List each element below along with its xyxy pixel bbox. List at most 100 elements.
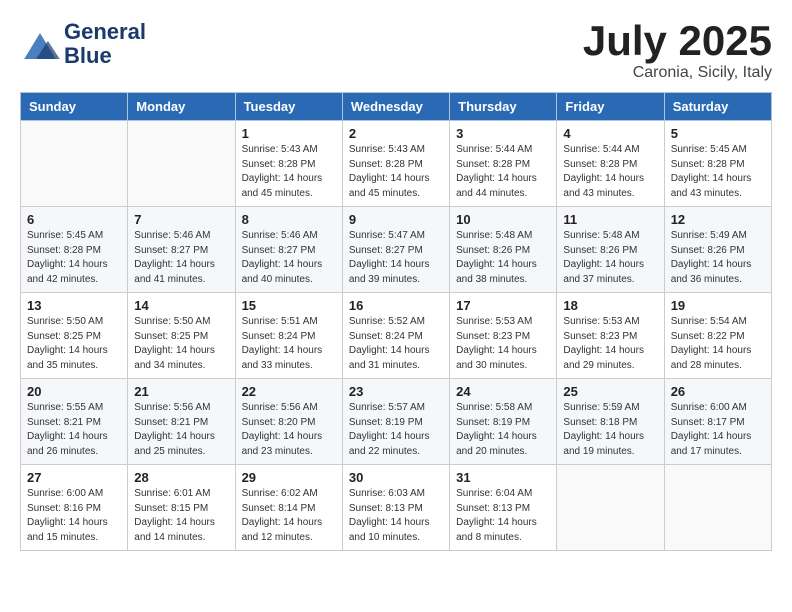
- day-info: Sunrise: 5:50 AM Sunset: 8:25 PM Dayligh…: [27, 315, 121, 373]
- week-row-1: 1Sunrise: 5:43 AM Sunset: 8:28 PM Daylig…: [21, 121, 772, 207]
- day-cell: 1Sunrise: 5:43 AM Sunset: 8:28 PM Daylig…: [235, 121, 342, 207]
- day-cell: 3 Sunrise: 5:44 AM Sunset: 8:28 PM Daylig…: [450, 121, 557, 207]
- day-number: 7: [134, 212, 228, 227]
- day-info: Sunrise: 5:50 AM Sunset: 8:25 PM Dayligh…: [134, 315, 228, 373]
- day-number: 23: [349, 384, 443, 399]
- day-cell: 23Sunrise: 5:57 AM Sunset: 8:19 PM Dayli…: [342, 379, 449, 465]
- day-cell: 8 Sunrise: 5:46 AM Sunset: 8:27 PM Daylig…: [235, 207, 342, 293]
- day-cell: 12Sunrise: 5:49 AM Sunset: 8:26 PM Dayli…: [664, 207, 771, 293]
- day-number: 29: [242, 470, 336, 485]
- header-cell-friday: Friday: [557, 93, 664, 121]
- page-header: General Blue July 2025 Caronia, Sicily, …: [20, 20, 772, 82]
- day-cell: 16Sunrise: 5:52 AM Sunset: 8:24 PM Dayli…: [342, 293, 449, 379]
- day-info: Sunrise: 5:48 AM Sunset: 8:26 PM Dayligh…: [456, 229, 550, 287]
- day-cell: 24Sunrise: 5:58 AM Sunset: 8:19 PM Dayli…: [450, 379, 557, 465]
- day-cell: 27 Sunrise: 6:00 AM Sunset: 8:16 PM Dayli…: [21, 465, 128, 551]
- day-info: Sunrise: 6:04 AM Sunset: 8:13 PM Dayligh…: [456, 487, 550, 545]
- day-cell: 13 Sunrise: 5:50 AM Sunset: 8:25 PM Dayli…: [21, 293, 128, 379]
- day-info: Sunrise: 5:46 AM Sunset: 8:27 PM Dayligh…: [134, 229, 228, 287]
- day-info: Sunrise: 5:46 AM Sunset: 8:27 PM Dayligh…: [242, 229, 336, 287]
- day-info: Sunrise: 5:53 AM Sunset: 8:23 PM Dayligh…: [456, 315, 550, 373]
- day-info: Sunrise: 5:51 AM Sunset: 8:24 PM Dayligh…: [242, 315, 336, 373]
- day-number: 26: [671, 384, 765, 399]
- day-number: 30: [349, 470, 443, 485]
- header-row: SundayMondayTuesdayWednesdayThursdayFrid…: [21, 93, 772, 121]
- day-info: Sunrise: 5:58 AM Sunset: 8:19 PM Dayligh…: [456, 401, 550, 459]
- day-cell: 15 Sunrise: 5:51 AM Sunset: 8:24 PM Dayli…: [235, 293, 342, 379]
- day-cell: 21Sunrise: 5:56 AM Sunset: 8:21 PM Dayli…: [128, 379, 235, 465]
- day-cell: 25 Sunrise: 5:59 AM Sunset: 8:18 PM Dayli…: [557, 379, 664, 465]
- header-cell-wednesday: Wednesday: [342, 93, 449, 121]
- day-number: 13: [27, 298, 121, 313]
- day-cell: 30 Sunrise: 6:03 AM Sunset: 8:13 PM Dayli…: [342, 465, 449, 551]
- location: Caronia, Sicily, Italy: [583, 64, 772, 82]
- day-number: 28: [134, 470, 228, 485]
- header-cell-monday: Monday: [128, 93, 235, 121]
- day-number: 8: [242, 212, 336, 227]
- logo-icon: [20, 29, 60, 59]
- week-row-5: 27 Sunrise: 6:00 AM Sunset: 8:16 PM Dayli…: [21, 465, 772, 551]
- day-info: Sunrise: 5:44 AM Sunset: 8:28 PM Dayligh…: [563, 143, 657, 201]
- day-number: 9: [349, 212, 443, 227]
- day-cell: [664, 465, 771, 551]
- day-cell: [21, 121, 128, 207]
- day-cell: 31 Sunrise: 6:04 AM Sunset: 8:13 PM Dayli…: [450, 465, 557, 551]
- day-number: 25: [563, 384, 657, 399]
- day-info: Sunrise: 5:45 AM Sunset: 8:28 PM Dayligh…: [671, 143, 765, 201]
- day-number: 21: [134, 384, 228, 399]
- day-cell: 10 Sunrise: 5:48 AM Sunset: 8:26 PM Dayli…: [450, 207, 557, 293]
- calendar-table: SundayMondayTuesdayWednesdayThursdayFrid…: [20, 92, 772, 551]
- day-cell: 11 Sunrise: 5:48 AM Sunset: 8:26 PM Dayli…: [557, 207, 664, 293]
- day-info: Sunrise: 5:56 AM Sunset: 8:20 PM Dayligh…: [242, 401, 336, 459]
- day-number: 5: [671, 126, 765, 141]
- header-cell-saturday: Saturday: [664, 93, 771, 121]
- day-info: Sunrise: 5:49 AM Sunset: 8:26 PM Dayligh…: [671, 229, 765, 287]
- logo-line1: General: [64, 20, 146, 44]
- day-info: Sunrise: 6:01 AM Sunset: 8:15 PM Dayligh…: [134, 487, 228, 545]
- day-cell: 20 Sunrise: 5:55 AM Sunset: 8:21 PM Dayli…: [21, 379, 128, 465]
- day-number: 15: [242, 298, 336, 313]
- week-row-4: 20 Sunrise: 5:55 AM Sunset: 8:21 PM Dayli…: [21, 379, 772, 465]
- day-number: 11: [563, 212, 657, 227]
- day-cell: 14 Sunrise: 5:50 AM Sunset: 8:25 PM Dayli…: [128, 293, 235, 379]
- day-info: Sunrise: 5:44 AM Sunset: 8:28 PM Dayligh…: [456, 143, 550, 201]
- day-info: Sunrise: 5:54 AM Sunset: 8:22 PM Dayligh…: [671, 315, 765, 373]
- day-info: Sunrise: 6:00 AM Sunset: 8:17 PM Dayligh…: [671, 401, 765, 459]
- day-info: Sunrise: 5:43 AM Sunset: 8:28 PM Dayligh…: [349, 143, 443, 201]
- day-number: 14: [134, 298, 228, 313]
- day-cell: 5 Sunrise: 5:45 AM Sunset: 8:28 PM Daylig…: [664, 121, 771, 207]
- day-cell: 2 Sunrise: 5:43 AM Sunset: 8:28 PM Daylig…: [342, 121, 449, 207]
- day-info: Sunrise: 5:53 AM Sunset: 8:23 PM Dayligh…: [563, 315, 657, 373]
- day-number: 22: [242, 384, 336, 399]
- day-number: 31: [456, 470, 550, 485]
- day-number: 3: [456, 126, 550, 141]
- day-number: 19: [671, 298, 765, 313]
- day-number: 18: [563, 298, 657, 313]
- day-cell: 28 Sunrise: 6:01 AM Sunset: 8:15 PM Dayli…: [128, 465, 235, 551]
- day-info: Sunrise: 5:55 AM Sunset: 8:21 PM Dayligh…: [27, 401, 121, 459]
- logo: General Blue: [20, 20, 146, 68]
- day-number: 20: [27, 384, 121, 399]
- day-cell: [557, 465, 664, 551]
- day-number: 2: [349, 126, 443, 141]
- header-cell-thursday: Thursday: [450, 93, 557, 121]
- day-info: Sunrise: 6:02 AM Sunset: 8:14 PM Dayligh…: [242, 487, 336, 545]
- day-number: 27: [27, 470, 121, 485]
- day-cell: 19 Sunrise: 5:54 AM Sunset: 8:22 PM Dayli…: [664, 293, 771, 379]
- day-cell: 4Sunrise: 5:44 AM Sunset: 8:28 PM Daylig…: [557, 121, 664, 207]
- logo-line2: Blue: [64, 44, 146, 68]
- day-info: Sunrise: 5:48 AM Sunset: 8:26 PM Dayligh…: [563, 229, 657, 287]
- day-info: Sunrise: 5:47 AM Sunset: 8:27 PM Dayligh…: [349, 229, 443, 287]
- day-info: Sunrise: 6:03 AM Sunset: 8:13 PM Dayligh…: [349, 487, 443, 545]
- week-row-3: 13 Sunrise: 5:50 AM Sunset: 8:25 PM Dayli…: [21, 293, 772, 379]
- day-info: Sunrise: 6:00 AM Sunset: 8:16 PM Dayligh…: [27, 487, 121, 545]
- day-number: 16: [349, 298, 443, 313]
- day-info: Sunrise: 5:59 AM Sunset: 8:18 PM Dayligh…: [563, 401, 657, 459]
- title-block: July 2025 Caronia, Sicily, Italy: [583, 20, 772, 82]
- day-cell: 18 Sunrise: 5:53 AM Sunset: 8:23 PM Dayli…: [557, 293, 664, 379]
- day-cell: 9 Sunrise: 5:47 AM Sunset: 8:27 PM Daylig…: [342, 207, 449, 293]
- day-number: 10: [456, 212, 550, 227]
- day-cell: 22 Sunrise: 5:56 AM Sunset: 8:20 PM Dayli…: [235, 379, 342, 465]
- day-cell: 6Sunrise: 5:45 AM Sunset: 8:28 PM Daylig…: [21, 207, 128, 293]
- week-row-2: 6Sunrise: 5:45 AM Sunset: 8:28 PM Daylig…: [21, 207, 772, 293]
